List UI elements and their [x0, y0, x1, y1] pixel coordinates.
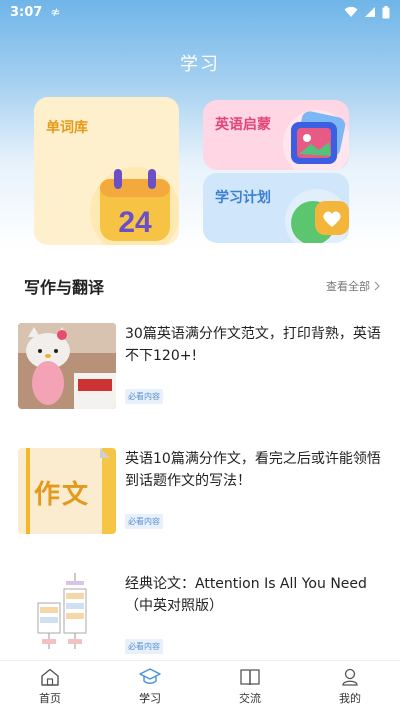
article-tag: 必看内容	[125, 639, 163, 654]
see-all-link[interactable]: 查看全部	[326, 278, 380, 294]
article-tag: 必看内容	[125, 389, 163, 404]
plan-card-label: 学习计划	[215, 190, 271, 206]
article-thumbnail: 作文	[18, 448, 116, 534]
article-item[interactable]: 30篇英语满分作文范文，打印背熟，英语不下120+! 必看内容	[18, 323, 388, 413]
nav-mine[interactable]: 我的	[300, 661, 400, 712]
picture-icon	[283, 110, 349, 170]
enlight-card-label: 英语启蒙	[215, 117, 271, 133]
vocab-card[interactable]: 单词库 24	[34, 97, 179, 245]
nav-study[interactable]: 学习	[100, 661, 200, 712]
battery-icon	[382, 5, 390, 18]
user-icon	[339, 667, 361, 687]
section-header: 写作与翻译 查看全部	[24, 272, 380, 300]
status-right	[344, 5, 390, 19]
book-icon	[239, 667, 261, 687]
calendar-number: 24	[118, 206, 152, 239]
chevron-right-icon	[374, 281, 380, 291]
article-item[interactable]: 作文 英语10篇满分作文，看完之后或许能领悟到话题作文的写法！ 必看内容	[18, 448, 388, 538]
article-title: 英语10篇满分作文，看完之后或许能领悟到话题作文的写法！	[125, 451, 381, 489]
nav-home[interactable]: 首页	[0, 661, 100, 712]
study-plan-card[interactable]: 学习计划	[203, 173, 349, 243]
heart-chat-icon	[285, 189, 349, 243]
article-thumbnail	[18, 573, 116, 659]
article-item[interactable]: 经典论文：Attention Is All You Need（中英对照版） 必看…	[18, 573, 388, 663]
vocab-card-label: 单词库	[46, 120, 88, 136]
nav-study-label: 学习	[139, 692, 161, 705]
status-extra-icon: ≉	[50, 5, 61, 19]
home-icon	[39, 667, 61, 687]
status-bar: 3:07 ≉	[0, 0, 400, 24]
english-enlightenment-card[interactable]: 英语启蒙	[203, 100, 349, 170]
nav-community[interactable]: 交流	[200, 661, 300, 712]
article-thumbnail	[18, 323, 116, 409]
composition-cover-text: 作文	[34, 480, 91, 510]
article-tag: 必看内容	[125, 514, 163, 529]
see-all-label: 查看全部	[326, 280, 370, 293]
graduation-cap-icon	[139, 667, 161, 687]
nav-mine-label: 我的	[339, 692, 361, 705]
signal-icon	[365, 7, 375, 17]
section-title: 写作与翻译	[24, 278, 105, 297]
status-time: 3:07	[10, 4, 43, 20]
bottom-navigation: 首页 学习 交流 我的	[0, 660, 400, 712]
nav-community-label: 交流	[239, 692, 261, 705]
article-title: 30篇英语满分作文范文，打印背熟，英语不下120+!	[125, 326, 381, 364]
nav-home-label: 首页	[39, 692, 61, 705]
wifi-icon	[344, 6, 358, 17]
transformer-diagram	[18, 573, 116, 659]
page-title: 学习	[180, 54, 220, 75]
article-title: 经典论文：Attention Is All You Need（中英对照版）	[125, 576, 367, 614]
hello-kitty-photo	[18, 323, 116, 409]
calendar-icon: 24	[90, 167, 179, 245]
